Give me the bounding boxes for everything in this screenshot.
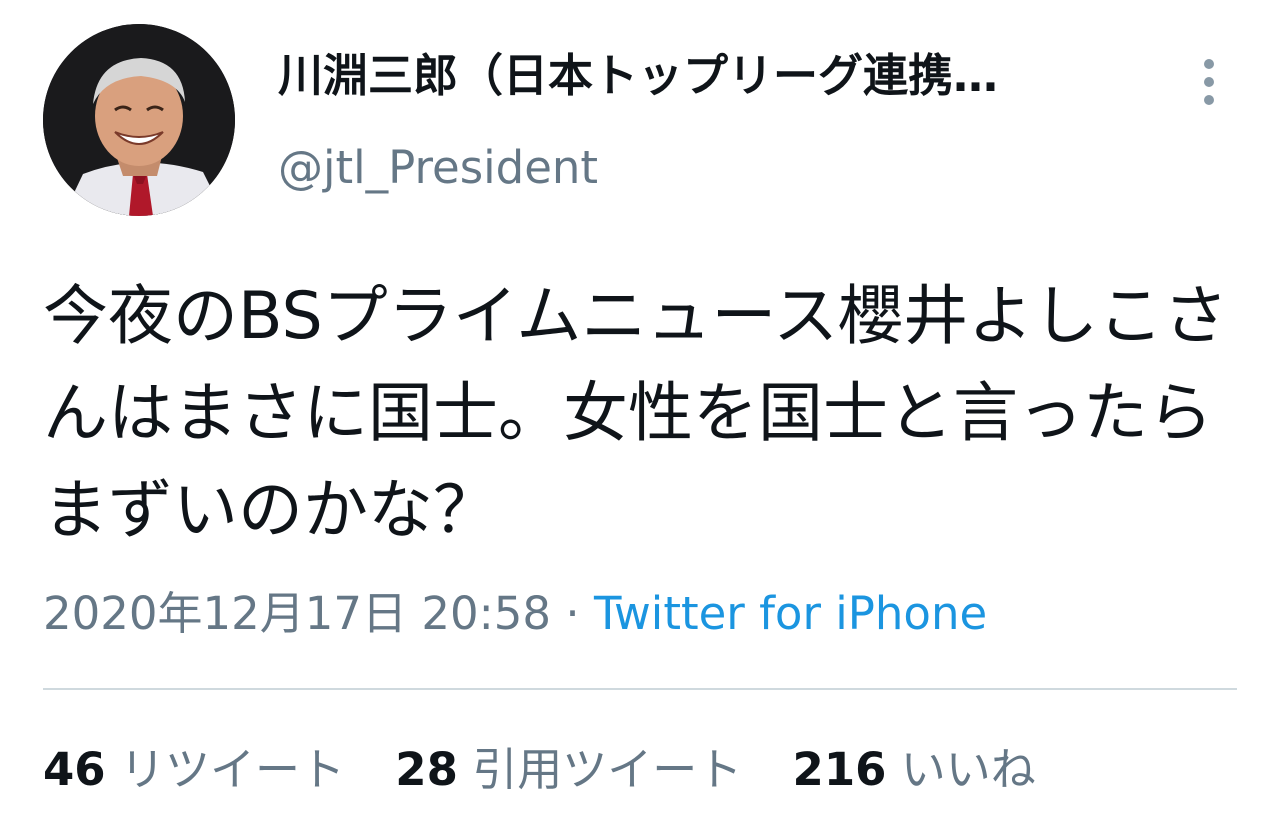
- more-options-button[interactable]: [1188, 52, 1230, 112]
- tweet-source-link[interactable]: Twitter for iPhone: [594, 587, 987, 640]
- author-display-name[interactable]: 川淵三郎（日本トップリーグ連携…: [278, 46, 1138, 106]
- retweets-count: 46: [43, 743, 106, 796]
- avatar-photo: [43, 24, 235, 216]
- tweet-timestamp[interactable]: 2020年12月17日 20:58: [43, 587, 551, 640]
- likes-stat[interactable]: 216 いいね: [793, 743, 1036, 796]
- avatar[interactable]: [43, 24, 235, 216]
- quote-tweets-count: 28: [395, 743, 458, 796]
- likes-label: いいね: [900, 743, 1036, 796]
- quote-tweets-stat[interactable]: 28 引用ツイート: [395, 743, 756, 796]
- quote-tweets-label: 引用ツイート: [472, 743, 743, 796]
- retweets-label: リツイート: [119, 743, 345, 796]
- likes-count: 216: [792, 743, 887, 796]
- meta-separator: ·: [565, 587, 580, 640]
- vertical-ellipsis-icon: [1204, 59, 1214, 105]
- tweet-meta: 2020年12月17日 20:58 · Twitter for iPhone: [43, 584, 987, 644]
- retweets-stat[interactable]: 46 リツイート: [43, 743, 359, 796]
- tweet-stats: 46 リツイート 28 引用ツイート 216 いいね: [43, 740, 1072, 800]
- author-handle[interactable]: @jtl_President: [278, 138, 598, 198]
- divider: [43, 688, 1237, 690]
- tweet-text: 今夜のBSプライムニュース櫻井よしこさんはまさに国士。女性を国士と言ったらまずい…: [43, 279, 1229, 548]
